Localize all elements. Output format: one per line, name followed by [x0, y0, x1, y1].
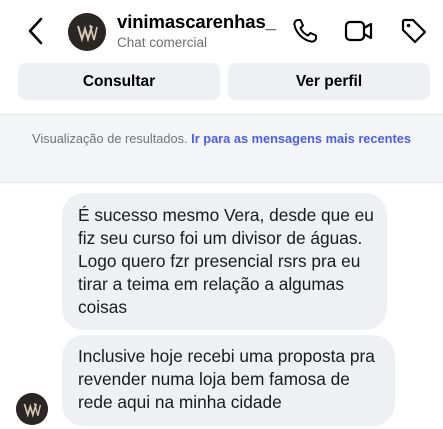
username: vinimascarenhas_ [117, 11, 276, 32]
jump-to-recent-link[interactable]: Ir para as mensagens mais recentes [191, 131, 411, 146]
message-text: Inclusive hoje recebi uma proposta pra r… [78, 346, 375, 412]
message-bubble[interactable]: É sucesso mesmo Vera, desde que eu fiz s… [62, 193, 387, 330]
video-call-button[interactable] [342, 14, 376, 48]
notice-label: Visualização de resultados. [32, 131, 192, 146]
results-notice: Visualização de resultados. Ir para as m… [0, 114, 443, 183]
view-profile-button[interactable]: Ver perfil [228, 63, 430, 100]
chat-subtitle: Chat comercial [117, 35, 208, 50]
video-icon [344, 20, 373, 42]
call-button[interactable] [288, 14, 322, 48]
message-text: É sucesso mesmo Vera, desde que eu fiz s… [78, 205, 374, 317]
avatar[interactable] [68, 13, 106, 51]
consultar-button[interactable]: Consultar [18, 63, 220, 100]
profile-logo-icon [68, 13, 106, 51]
chevron-left-icon [28, 17, 43, 45]
notice-text: Visualização de resultados. Ir para as m… [30, 131, 413, 147]
phone-icon [293, 19, 317, 43]
tag-icon [401, 18, 427, 44]
chat-header: vinimascarenhas_ Chat comercial [0, 0, 443, 62]
profile-logo-icon [16, 393, 48, 425]
label-button[interactable] [397, 14, 431, 48]
back-button[interactable] [22, 14, 48, 48]
message-bubble[interactable]: Inclusive hoje recebi uma proposta pra r… [62, 335, 395, 426]
chat-title[interactable]: vinimascarenhas_ Chat comercial [117, 11, 287, 50]
sender-avatar[interactable] [16, 393, 48, 425]
